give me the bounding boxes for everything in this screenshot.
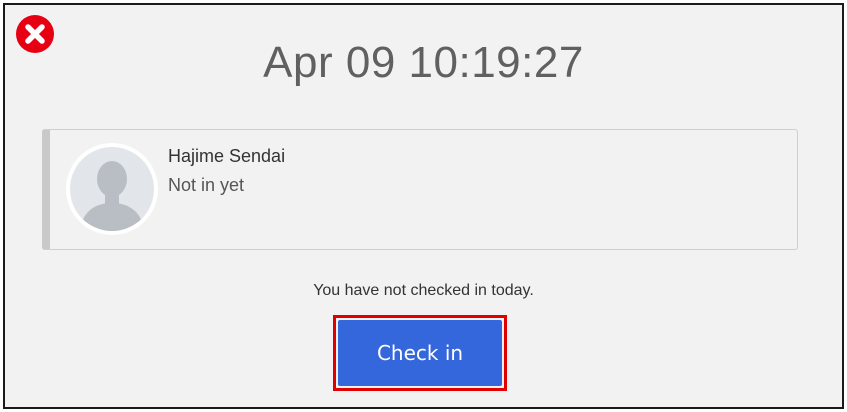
user-card: Hajime Sendai Not in yet [42,129,798,250]
current-datetime: Apr 09 10:19:27 [263,38,584,87]
user-name: Hajime Sendai [168,146,286,166]
user-avatar [66,143,158,235]
check-in-button[interactable]: Check in [338,320,502,386]
checkin-notice: You have not checked in today. [313,282,534,299]
user-status: Not in yet [168,175,245,195]
checkin-dialog: Apr 09 10:19:27 Hajime Sendai Not in yet… [3,3,844,409]
user-avatar-icon [70,147,154,231]
